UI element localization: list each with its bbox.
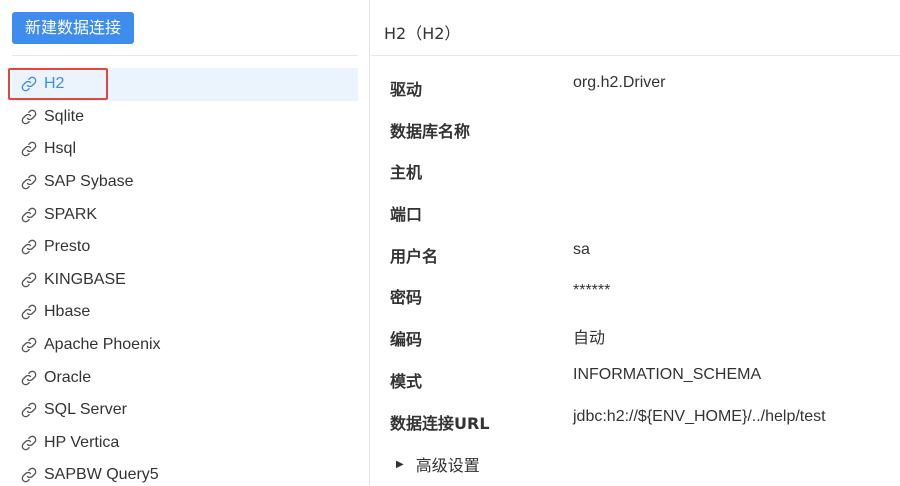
connection-fields: 驱动 org.h2.Driver 数据库名称主机端口用户名 sa 密码 ****** 编码 自… [390,70,890,445]
link-icon [20,336,38,354]
field-label: 主机 [390,163,423,183]
connection-item-label: Apache Phoenix [44,336,161,354]
connection-item[interactable]: Oracle [12,361,358,394]
link-icon [20,140,38,158]
connection-item[interactable]: SAPBW Query5 [12,459,358,486]
connection-item[interactable]: SPARK [12,198,358,231]
connection-item[interactable]: HP Vertica [12,427,358,460]
highlight-box [8,68,108,100]
link-icon [20,238,38,256]
connection-title: H2（H2） [384,24,461,43]
connection-item-label: SPARK [44,205,98,223]
field-label: 用户名 [390,246,439,266]
field-label: 端口 [390,205,423,225]
field-row: 主机 [390,153,890,195]
connection-item[interactable]: SQL Server [12,394,358,427]
connection-item-label: Oracle [44,368,92,386]
connection-list: H2 Sqlite Hsql SAP Sybase SPARK Presto KINGBAS… [8,68,358,486]
link-icon [20,173,38,191]
new-connection-button[interactable]: 新建数据连接 [12,12,134,44]
advanced-settings-toggle[interactable]: ▶ 高级设置 [396,452,480,476]
field-label: 模式 [390,371,423,391]
field-value: INFORMATION_SCHEMA [573,365,762,383]
connection-item[interactable]: Presto [12,231,358,264]
connection-list-panel: 新建数据连接 H2 Sqlite Hsql SAP Sybase SPARK Presto… [0,0,370,486]
field-label: 编码 [390,330,423,350]
field-row: 模式 INFORMATION_SCHEMA [390,362,890,404]
connection-item-label: KINGBASE [44,270,126,288]
link-icon [20,434,38,452]
link-icon [20,108,38,126]
connection-item[interactable]: SAP Sybase [12,166,358,199]
connection-item-label: Hbase [44,303,91,321]
connection-item[interactable]: H2 [8,68,358,101]
connection-item-label: Sqlite [44,107,85,125]
link-icon [20,271,38,289]
field-value: 自动 [573,330,606,348]
link-icon [20,466,38,484]
field-value: jdbc:h2://${ENV_HOME}/../help/test [573,407,826,425]
field-row: 数据连接URL jdbc:h2://${ENV_HOME}/../help/tes… [390,404,890,446]
field-row: 密码 ****** [390,278,890,320]
field-value: org.h2.Driver [573,74,666,91]
field-row: 数据库名称 [390,112,890,154]
field-row: 端口 [390,195,890,237]
divider [12,55,358,56]
field-label: 驱动 [390,80,423,99]
link-icon [20,303,38,321]
field-row: 编码 自动 [390,320,890,362]
connection-detail-panel: H2（H2） 驱动 org.h2.Driver 数据库名称主机端口用户名 sa 密码 **… [371,0,900,486]
connection-item[interactable]: Hbase [12,296,358,329]
connection-item-label: HP Vertica [44,433,120,451]
connection-item[interactable]: Hsql [12,133,358,166]
link-icon [20,206,38,224]
link-icon [20,401,38,419]
field-label: 数据库名称 [390,121,471,141]
connection-item[interactable]: Sqlite [12,101,358,134]
field-value: sa [573,240,590,258]
field-label: 密码 [390,288,423,308]
connection-item-label: Presto [44,238,91,256]
advanced-settings-label: 高级设置 [415,456,480,475]
field-row: 用户名 sa [390,237,890,279]
connection-item-label: SAPBW Query5 [44,466,159,484]
connection-item-label: SAP Sybase [44,173,134,191]
divider [371,55,900,56]
connection-item-label: SQL Server [44,401,127,419]
caret-right-icon: ▶ [396,458,404,470]
field-row: 驱动 org.h2.Driver [390,70,890,112]
connection-item[interactable]: Apache Phoenix [12,329,358,362]
link-icon [20,369,38,387]
connection-item[interactable]: KINGBASE [12,264,358,297]
field-label: 数据连接URL [390,413,490,433]
field-value: ****** [573,282,611,300]
connection-item-label: Hsql [44,140,77,158]
